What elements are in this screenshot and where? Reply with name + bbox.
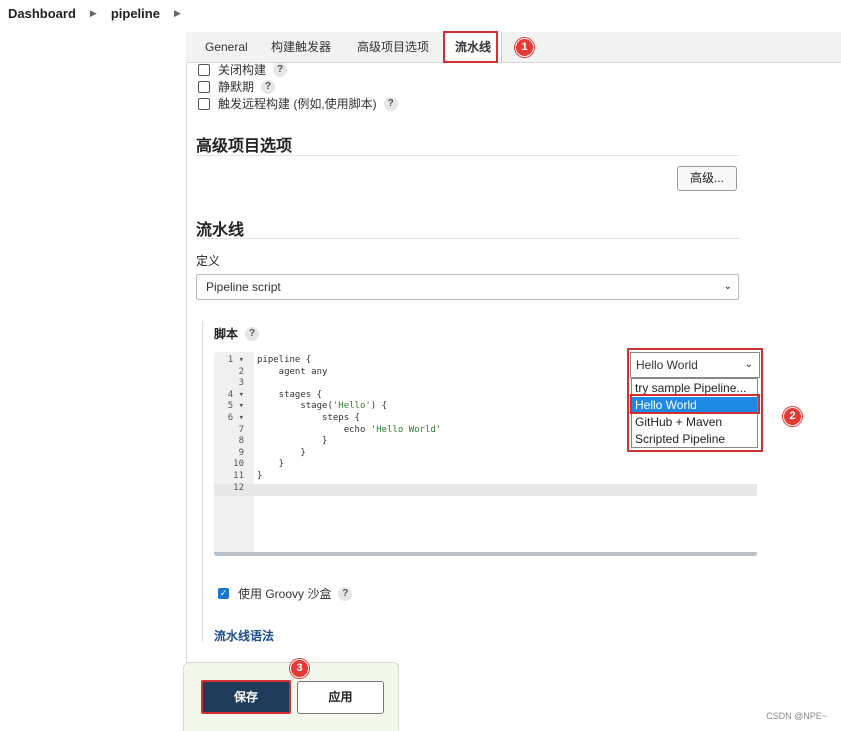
code-text: } xyxy=(257,459,285,470)
line-number: 8 xyxy=(238,436,244,447)
pipeline-syntax-link[interactable]: 流水线语法 xyxy=(214,627,274,644)
code-line: 11 } xyxy=(214,470,757,482)
callout-1: 1 xyxy=(515,38,534,57)
line-number: 10 xyxy=(233,459,244,470)
advanced-section-title: 高级项目选项 xyxy=(196,138,293,155)
line-number: 6 ▾ xyxy=(227,413,244,423)
line-number: 7 xyxy=(238,424,244,435)
line-number: 1 ▾ xyxy=(227,355,244,365)
tab-build-triggers[interactable]: 构建触发器 xyxy=(271,32,331,62)
checkbox-label: 关闭构建 xyxy=(218,63,267,77)
checkbox-quiet-period[interactable] xyxy=(198,80,210,93)
definition-label: 定义 xyxy=(196,254,221,268)
code-line: 12 xyxy=(214,482,757,494)
checkbox-remote-build[interactable] xyxy=(198,97,210,110)
content-border xyxy=(186,62,187,730)
help-icon[interactable]: ? xyxy=(245,326,260,341)
help-icon[interactable]: ? xyxy=(383,96,398,111)
callout-3: 3 xyxy=(290,659,309,678)
help-icon[interactable]: ? xyxy=(273,62,288,77)
definition-value: Pipeline script xyxy=(206,280,281,294)
line-number: 12 xyxy=(233,482,244,493)
line-number: 2 xyxy=(238,366,244,377)
code-text: } xyxy=(257,436,328,447)
chevron-right-icon[interactable]: ▶ xyxy=(90,8,97,19)
callout-2: 2 xyxy=(783,407,802,426)
line-number: 9 xyxy=(238,447,244,458)
help-icon[interactable]: ? xyxy=(261,79,276,94)
advanced-button[interactable]: 高级... xyxy=(677,166,737,191)
section-divider xyxy=(196,238,740,239)
code-text: } xyxy=(257,471,263,481)
code-line: 10 } xyxy=(214,458,757,470)
line-number: 11 xyxy=(233,471,244,481)
groovy-sandbox-checkbox[interactable]: ✓ xyxy=(218,588,229,599)
trigger-remote-build: 触发远程构建 (例如,使用脚本) ? xyxy=(198,95,398,112)
script-label: 脚本 xyxy=(214,327,239,341)
breadcrumb: Dashboard ▶ pipeline ▶ xyxy=(8,6,195,21)
script-label-row: 脚本 ? xyxy=(214,325,260,342)
checkbox-label: 触发远程构建 (例如,使用脚本) xyxy=(218,97,377,111)
editor-scrollbar[interactable] xyxy=(214,552,757,556)
checkbox-disable-build[interactable] xyxy=(198,63,210,76)
checkbox-label: 静默期 xyxy=(218,80,255,94)
definition-select[interactable]: Pipeline script ⌄ xyxy=(196,274,739,300)
line-number: 4 ▾ xyxy=(227,389,244,400)
apply-button[interactable]: 应用 xyxy=(297,681,384,714)
code-text: echo 'Hello World' xyxy=(257,424,442,435)
chevron-down-icon: ⌄ xyxy=(723,281,732,292)
help-icon[interactable]: ? xyxy=(338,586,353,601)
groovy-sandbox-row: ✓ 使用 Groovy 沙盒 ? xyxy=(218,585,353,602)
code-text: } xyxy=(257,447,306,458)
save-button[interactable]: 保存 xyxy=(201,680,291,714)
code-string: 'Hello World' xyxy=(370,424,442,435)
code-text: agent any xyxy=(257,366,328,377)
highlight-pipeline-tab xyxy=(443,31,498,63)
tab-advanced-options[interactable]: 高级项目选项 xyxy=(357,32,429,62)
code-text: stage('Hello') { xyxy=(257,401,388,412)
trigger-quiet-period: 静默期 ? xyxy=(198,78,276,95)
line-number: 5 ▾ xyxy=(227,401,244,412)
chevron-right-icon[interactable]: ▶ xyxy=(174,8,181,19)
breadcrumb-dashboard[interactable]: Dashboard xyxy=(8,6,76,21)
highlight-hello-world xyxy=(630,394,760,414)
code-text: stages { xyxy=(257,389,323,400)
code-text: pipeline { xyxy=(257,355,312,365)
section-divider xyxy=(196,155,740,156)
script-border xyxy=(202,322,203,642)
watermark: CSDN @NPE~ xyxy=(766,711,827,721)
config-tabs: General 构建触发器 高级项目选项 流水线 xyxy=(186,32,841,63)
breadcrumb-pipeline[interactable]: pipeline xyxy=(111,6,160,21)
trigger-disable-build: 关闭构建 ? xyxy=(198,61,288,78)
code-string: 'Hello' xyxy=(332,401,371,412)
groovy-sandbox-label: 使用 Groovy 沙盒 xyxy=(238,587,332,601)
tab-general[interactable]: General xyxy=(205,32,248,62)
pipeline-section-title: 流水线 xyxy=(196,222,245,239)
line-number: 3 xyxy=(238,378,244,389)
code-text: steps { xyxy=(257,413,360,423)
